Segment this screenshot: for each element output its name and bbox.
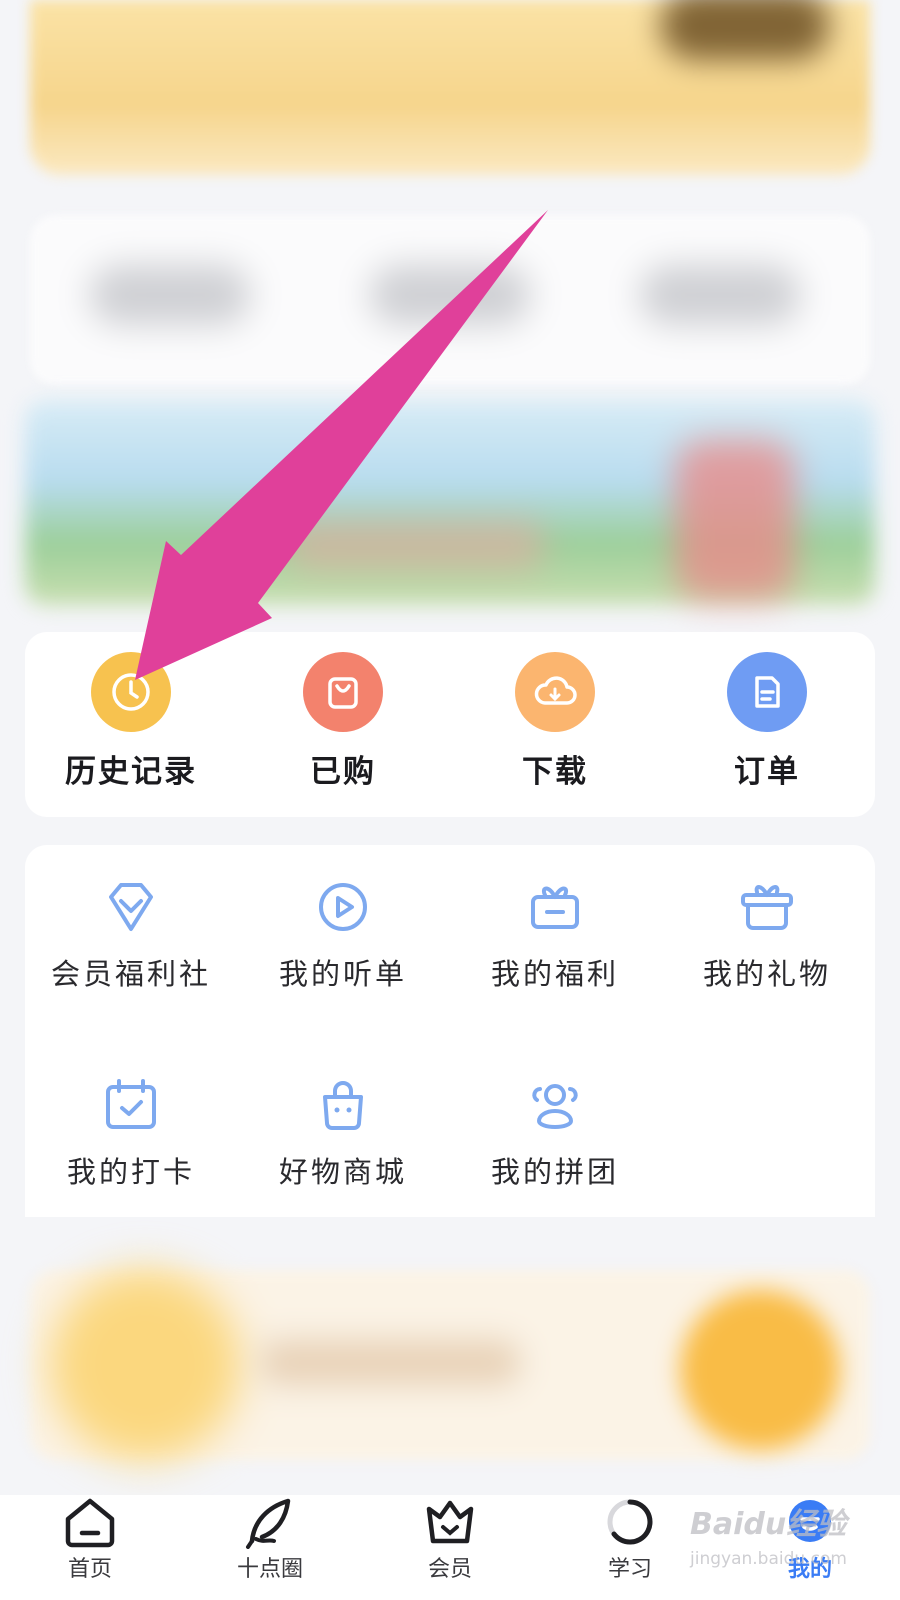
- quick-actions-card: 历史记录 已购 下载 订单: [25, 632, 875, 817]
- feather-icon: [246, 1498, 291, 1549]
- play-circle-icon: [319, 883, 367, 931]
- menu-label: 我的打卡: [66, 1155, 195, 1189]
- orders-label: 订单: [734, 754, 800, 790]
- gift-box-icon: [531, 886, 579, 929]
- goods-mall-item[interactable]: 好物商城: [237, 1073, 449, 1191]
- menu-label: 我的拼团: [490, 1155, 619, 1189]
- blurred-stats-panel: [30, 215, 870, 385]
- history-label: 历史记录: [65, 754, 197, 790]
- menu-label: 我的礼物: [702, 957, 831, 991]
- shopping-bag-icon: [323, 1081, 363, 1130]
- profile-icon: [789, 1500, 831, 1542]
- present-icon: [741, 885, 793, 930]
- clock-icon: [91, 652, 171, 732]
- member-welfare-club-item[interactable]: 会员福利社: [25, 875, 237, 993]
- purchased-label: 已购: [310, 754, 376, 790]
- cloud-download-icon: [515, 652, 595, 732]
- menu-label: 我的听单: [278, 957, 407, 991]
- crown-icon: [426, 1500, 474, 1544]
- my-gifts-item[interactable]: 我的礼物: [661, 875, 873, 993]
- document-icon: [727, 652, 807, 732]
- menu-label: 我的福利: [490, 957, 619, 991]
- tab-label: 学习: [607, 1557, 652, 1582]
- tab-ten-circle[interactable]: 十点圈: [210, 1495, 330, 1583]
- tab-member[interactable]: 会员: [390, 1495, 510, 1583]
- tab-label: 十点圈: [236, 1557, 303, 1582]
- my-playlist-item[interactable]: 我的听单: [237, 875, 449, 993]
- tab-learn[interactable]: 学习: [570, 1495, 690, 1583]
- history-button[interactable]: 历史记录: [25, 652, 237, 791]
- services-menu-card: 会员福利社 我的听单 我的福利 我的礼物 我的打卡 好物商城 我的拼团: [25, 845, 875, 1217]
- calendar-check-icon: [106, 1079, 156, 1129]
- bottom-tab-bar: 首页 十点圈 会员 学习 我的: [0, 1495, 900, 1600]
- menu-label: 好物商城: [278, 1155, 407, 1189]
- tab-home[interactable]: 首页: [30, 1495, 150, 1583]
- blurred-promo-card[interactable]: [30, 1270, 870, 1460]
- tab-label: 我的: [787, 1556, 832, 1582]
- blurred-vip-banner[interactable]: [30, 0, 870, 175]
- my-group-buy-item[interactable]: 我的拼团: [449, 1073, 661, 1191]
- tab-label: 首页: [67, 1557, 112, 1582]
- my-welfare-item[interactable]: 我的福利: [449, 875, 661, 993]
- group-icon: [532, 1084, 578, 1129]
- blurred-ad-banner[interactable]: [25, 400, 875, 605]
- shopping-bag-icon: [303, 652, 383, 732]
- orders-button[interactable]: 订单: [661, 652, 873, 791]
- progress-ring-icon: [607, 1499, 653, 1545]
- tab-mine[interactable]: 我的: [750, 1495, 870, 1583]
- download-button[interactable]: 下载: [449, 652, 661, 791]
- download-label: 下载: [522, 754, 588, 790]
- home-icon: [65, 1498, 115, 1548]
- my-checkin-item[interactable]: 我的打卡: [25, 1073, 237, 1191]
- menu-label: 会员福利社: [50, 957, 211, 991]
- tab-label: 会员: [427, 1557, 472, 1582]
- diamond-icon: [109, 883, 153, 931]
- purchased-button[interactable]: 已购: [237, 652, 449, 791]
